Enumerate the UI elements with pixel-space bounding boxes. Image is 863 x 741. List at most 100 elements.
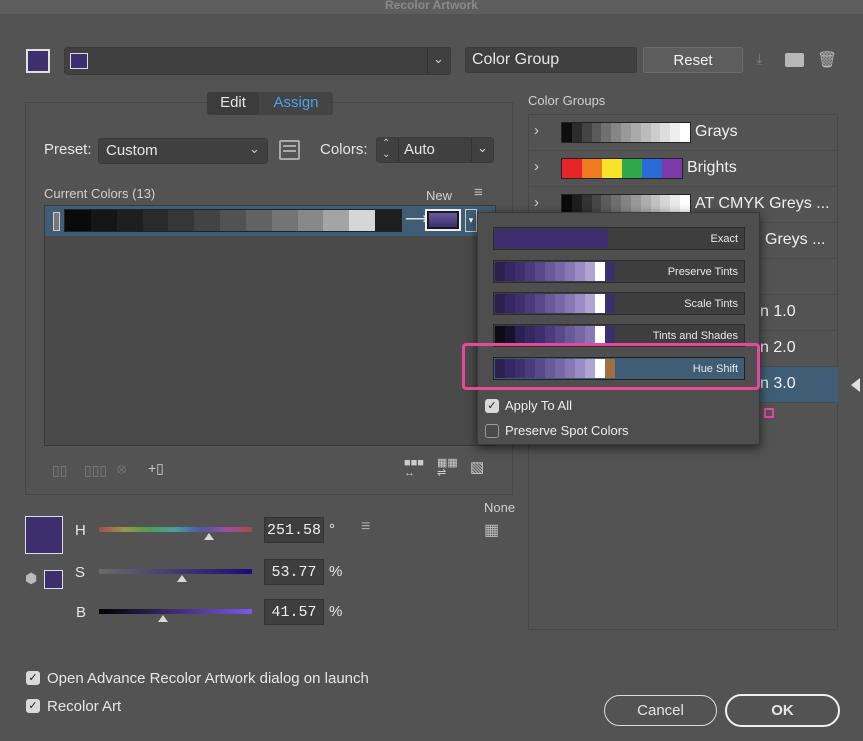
find-color-icon[interactable]: ▧ [470,458,484,476]
current-color-swatch[interactable] [194,210,221,231]
current-color-swatch[interactable] [323,210,350,231]
chevron-right-icon[interactable]: › [534,122,539,139]
brightness-unit: % [329,603,343,620]
separate-colors-icon[interactable]: ▯▯▯ [84,462,107,479]
preserve-spot-colors-checkbox[interactable] [485,424,499,438]
randomly-change-saturation-icon[interactable]: ▦▦ ⇌ [437,458,458,479]
preview-swatch [670,123,681,142]
chevron-down-icon: ⌄ [433,51,444,66]
trash-icon[interactable]: 🗑 [817,50,837,70]
color-method-dropdown[interactable]: ▾ [465,209,477,232]
hue-value: 251.58 [266,522,321,539]
cancel-label: Cancel [637,702,684,719]
hue-slider-thumb[interactable] [204,533,215,540]
merge-colors-icon[interactable]: ▯▯ [52,462,67,479]
preview-swatch [601,123,612,142]
color-group-name: n 3.0 [760,375,796,392]
current-color-swatch[interactable] [168,210,195,231]
chevron-down-icon: ⌄ [477,140,488,155]
recolor-art-checkbox[interactable]: ✓ [26,699,40,713]
preserve-tints-preview [495,262,615,281]
color-group-name: n 2.0 [760,339,796,356]
saturation-field[interactable]: 53.77 [264,559,324,585]
reset-label: Reset [673,52,713,69]
color-group-brights[interactable]: › Brights [528,151,838,187]
option-label: Exact [710,233,738,245]
reset-button[interactable]: Reset [643,47,743,73]
group-name-value: Color Group [472,51,560,68]
window-title: Recolor Artwork [385,0,478,12]
option-scale-tints[interactable]: Scale Tints [493,292,745,315]
group-name-input[interactable]: Color Group [465,47,637,73]
collapse-panel-arrow-icon[interactable] [851,378,860,392]
brightness-slider[interactable] [99,609,252,614]
drag-handle-icon[interactable] [53,212,60,231]
new-color-swatch[interactable] [425,209,461,231]
tab-assign[interactable]: Assign [259,92,333,115]
menu-icon[interactable]: ≡ [474,184,483,201]
preview-swatch [535,294,545,313]
cancel-button[interactable]: Cancel [604,695,717,726]
preview-swatch [585,294,595,313]
hsb-menu-icon[interactable]: ≡ [361,518,370,536]
preview-swatch [565,294,575,313]
preview-swatch [630,123,641,142]
current-color-swatch[interactable] [116,210,143,231]
exclude-colors-icon[interactable]: ⦻ [117,460,126,477]
preset-dropdown[interactable]: Custom ⌄ [98,138,268,164]
save-group-icon[interactable]: ⤓ [756,51,763,68]
color-reduction-options-icon[interactable] [279,140,300,160]
option-preserve-tints[interactable]: Preserve Tints [493,260,745,283]
highlight-box [462,343,760,390]
color-group-grays[interactable]: › Grays [528,115,838,151]
color-group-name: Grays [695,123,738,140]
ok-button[interactable]: OK [725,694,840,727]
color-row-selected[interactable]: ⟶ ▾ [45,206,495,236]
current-color-swatch[interactable] [90,210,117,231]
current-color-swatch[interactable] [220,210,246,231]
chevron-down-icon: ⌄ [249,141,260,156]
saturation-slider[interactable] [99,569,252,574]
preset-label: Preset: [44,141,92,158]
preview-swatch [611,123,622,142]
current-color-swatch[interactable] [65,210,91,231]
active-color-swatch[interactable] [26,49,50,73]
saturation-unit: % [329,563,343,580]
open-advance-label: Open Advance Recolor Artwork dialog on l… [47,670,369,687]
small-pink-marker [764,408,774,418]
current-color-swatch[interactable] [297,210,324,231]
ok-label: OK [771,702,794,719]
open-advance-checkbox[interactable]: ✓ [26,671,40,685]
current-color-swatch[interactable] [375,210,401,231]
color-group-name: Brights [687,159,737,176]
current-color-swatch[interactable] [349,210,376,231]
preview-swatch [640,123,651,142]
hsb-color-swatch[interactable] [25,516,63,554]
chevron-right-icon[interactable]: › [534,194,539,211]
saturation-slider-thumb[interactable] [176,575,187,582]
folder-icon[interactable] [785,53,804,67]
current-color-swatch[interactable] [245,210,272,231]
randomly-change-order-icon[interactable]: ■■■ ↔ [404,458,424,479]
color-group-dropdown[interactable]: ⌄ [64,47,451,75]
gamut-swatch[interactable] [44,570,63,589]
colors-stepper[interactable]: ⌃ ⌄ Auto ⌄ [376,137,494,163]
new-row-icon[interactable]: +▯ [148,460,164,477]
apply-to-all-checkbox[interactable]: ✓ [485,399,499,413]
option-exact[interactable]: Exact [493,227,745,250]
hue-slider[interactable] [99,527,252,532]
color-mode-grid-icon[interactable]: ▦ [484,520,499,540]
brightness-slider-thumb[interactable] [158,615,169,622]
out-of-gamut-cube-icon[interactable]: ⬢ [25,570,37,587]
color-groups-label: Color Groups [528,93,606,108]
recolor-art-label: Recolor Art [47,698,122,715]
brightness-field[interactable]: 41.57 [264,599,324,625]
hue-field[interactable]: 251.58 [264,517,324,543]
tab-edit[interactable]: Edit [207,92,259,115]
current-color-swatch[interactable] [271,210,298,231]
current-color-strip[interactable] [64,209,402,232]
preview-swatch [565,262,575,281]
stepper-arrows-icon[interactable]: ⌃ ⌄ [382,138,390,160]
chevron-right-icon[interactable]: › [534,158,539,175]
current-color-swatch[interactable] [142,210,169,231]
